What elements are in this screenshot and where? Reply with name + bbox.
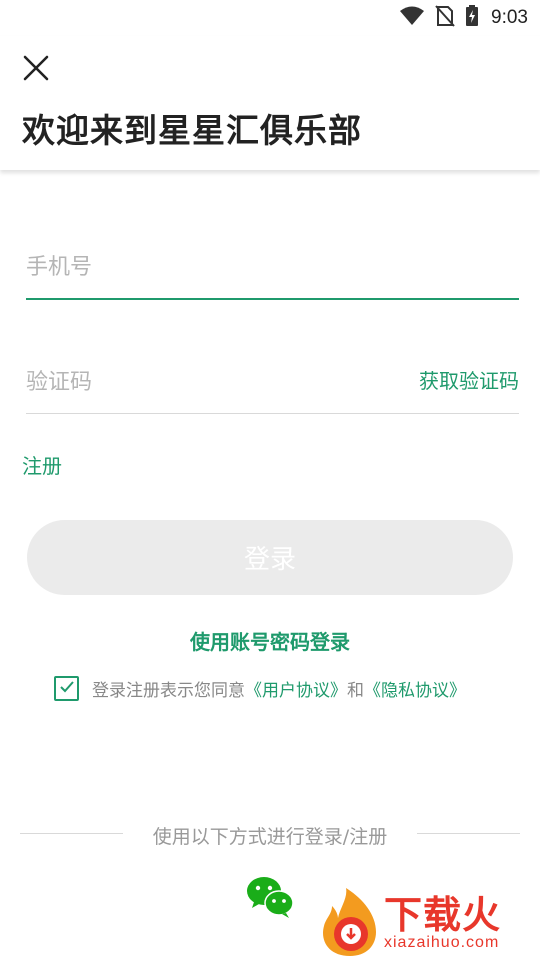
user-agreement-link[interactable]: 《用户协议》 [245,676,347,701]
divider-text: 使用以下方式进行登录/注册 [152,826,388,848]
battery-charging-icon [465,5,479,31]
wifi-icon [399,5,425,31]
divider-line-right [417,833,520,834]
page-title: 欢迎来到星星汇俱乐部 [22,111,362,150]
alt-login-divider: 使用以下方式进行登录/注册 [20,820,520,850]
password-login-link[interactable]: 使用账号密码登录 [0,626,540,655]
login-button[interactable]: 登录 [27,520,513,595]
agreement-conjunction: 和 [347,680,364,701]
privacy-policy-link[interactable]: 《隐私协议》 [364,676,466,701]
wechat-login-button[interactable] [246,875,294,919]
phone-field [26,238,519,300]
watermark-url: xiazaihuo.com [384,934,500,951]
close-button[interactable] [18,50,54,86]
verification-code-field: 获取验证码 [26,353,519,414]
register-link[interactable]: 注册 [22,450,62,479]
header: 欢迎来到星星汇俱乐部 [0,36,540,170]
checkmark-icon [59,679,75,698]
watermark: 下载火 xiazaihuo.com [318,884,534,960]
wechat-icon[interactable] [246,877,294,923]
agreement-row: 登录注册表示您同意 《用户协议》 和 《隐私协议》 [54,674,466,702]
agreement-checkbox[interactable] [54,675,79,701]
phone-input[interactable] [26,238,519,296]
status-bar: 9:03 [0,0,540,36]
agreement-prefix: 登录注册表示您同意 [92,680,245,701]
get-code-button[interactable]: 获取验证码 [419,365,519,394]
no-sim-icon [435,5,455,31]
close-icon[interactable] [18,55,54,90]
status-time: 9:03 [491,7,528,28]
watermark-title: 下载火 [384,893,502,937]
flame-logo-icon [318,888,382,962]
status-icons: 9:03 [399,5,528,31]
